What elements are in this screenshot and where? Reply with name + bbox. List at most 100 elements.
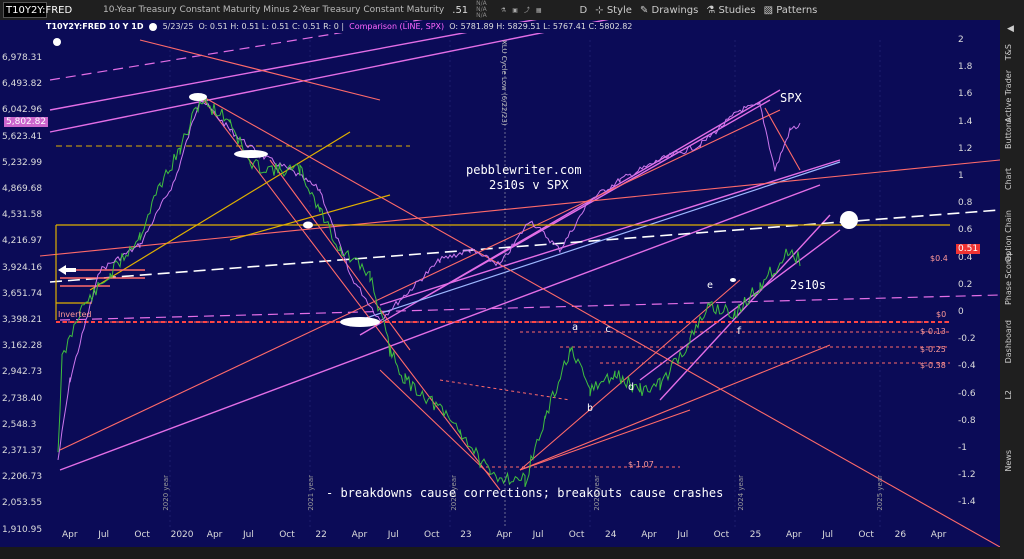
highlight-ellipse <box>234 150 268 158</box>
time-axis-tick: 2020 <box>170 530 194 540</box>
time-axis-tick: Oct <box>858 530 874 540</box>
right-sidebar: ◀ T&S Active Trader Buttons Chart Option Cha… <box>1000 20 1024 559</box>
level-tag: $0 <box>936 310 947 319</box>
sidebar-tab[interactable]: Dashboard <box>1004 320 1020 363</box>
year-mark: 2023 year <box>593 475 601 511</box>
style-icon: ⊹ <box>595 4 607 16</box>
time-axis-tick: Jul <box>243 530 254 540</box>
left-axis-tick: 2,206.73 <box>2 472 43 483</box>
left-axis-tick: 2,371.37 <box>2 446 43 456</box>
right-axis-tick: 0.4 <box>958 252 973 263</box>
sidebar-tab[interactable]: T&S <box>1004 44 1020 60</box>
patterns-icon: ▧ <box>763 4 777 16</box>
time-axis-tick: Jul <box>387 530 399 540</box>
time-axis-tick: Oct <box>279 530 295 540</box>
style-button[interactable]: ⊹ Style <box>595 5 632 16</box>
grid-icon[interactable]: ▦ <box>536 7 542 14</box>
subtitle-label: 2s10s v SPX <box>489 178 569 192</box>
left-axis-tick: 3,924.16 <box>2 262 43 273</box>
left-axis-tick: 2,738.40 <box>2 393 43 404</box>
left-axis-tick: 6,978.31 <box>2 53 43 63</box>
time-axis-tick: Oct <box>713 530 730 540</box>
last-price: .51 <box>452 4 469 16</box>
time-axis-tick: Apr <box>351 530 368 540</box>
info-icon[interactable] <box>149 22 158 31</box>
time-axis-tick: Apr <box>496 530 512 540</box>
sidebar-tab[interactable]: Chart <box>1004 168 1020 190</box>
left-axis-tick: 2,942.73 <box>2 367 43 378</box>
right-axis-tick: 1 <box>958 171 964 181</box>
drawings-button[interactable]: ✎ Drawings <box>640 5 698 16</box>
year-mark: 2024 year <box>737 475 745 511</box>
pencil-icon: ✎ <box>639 4 652 16</box>
left-axis-tick: 4,869.68 <box>2 184 43 194</box>
price-chart[interactable]: T10Y2Y:FRED 10 Y 1D 5/23/25 O: 0.51 H: 0… <box>0 20 1000 547</box>
studies-icon: ⚗ <box>706 4 719 16</box>
flask-icon[interactable]: ⚗ <box>501 7 506 14</box>
left-axis-tick: 1,910.95 <box>2 524 43 535</box>
time-axis-tick: 24 <box>605 530 617 540</box>
right-axis-tick: -0.2 <box>958 334 976 345</box>
right-axis-tick: -1.2 <box>958 470 976 481</box>
time-axis-tick: Apr <box>930 530 947 540</box>
sidebar-tab[interactable]: Buttons <box>1004 118 1020 149</box>
studies-button[interactable]: ⚗ Studies <box>706 5 755 16</box>
time-axis-tick: Apr <box>641 530 657 540</box>
symbol-input[interactable]: T10Y2Y:FRED <box>3 2 72 18</box>
wave-label-d: d <box>628 382 635 393</box>
left-axis-tick: 2,053.55 <box>2 498 43 509</box>
right-axis-tick: -0.6 <box>958 388 976 399</box>
lock-icon[interactable]: ▣ <box>512 7 518 14</box>
sidebar-tab[interactable]: Active Trader <box>1004 70 1020 122</box>
breakout-circle <box>840 211 858 229</box>
right-axis-tick: 0 <box>958 307 964 317</box>
left-axis-tick: 4,216.97 <box>2 236 43 247</box>
sidebar-tab[interactable]: News <box>1004 450 1020 472</box>
wave-label-a: a <box>572 322 579 333</box>
wave-label-e: e <box>707 280 714 291</box>
spread-label: 2s10s <box>790 278 827 292</box>
left-axis-tick: 3,651.74 <box>2 288 43 299</box>
right-axis-tick: 1.6 <box>958 89 973 100</box>
instrument-name: 10-Year Treasury Constant Maturity Minus… <box>103 5 445 15</box>
time-axis-tick: Jul <box>677 530 689 540</box>
sidebar-tab[interactable]: Phase Scores <box>1004 252 1020 305</box>
right-axis-tick: -0.8 <box>958 415 976 426</box>
highlight-ellipse <box>340 317 380 327</box>
year-mark: 2025 year <box>876 475 884 511</box>
level-tag: $-0.13 <box>920 327 946 336</box>
time-axis-tick: Jul <box>532 530 544 540</box>
time-axis-tick: 22 <box>315 530 327 540</box>
spx-price-badge: 5,802.82 <box>4 117 49 127</box>
level-tag: $-1.07 <box>628 460 654 469</box>
sidebar-tab[interactable]: L2 <box>1004 390 1020 400</box>
year-mark: 2022 year <box>450 475 458 511</box>
right-axis-tick: -1.4 <box>958 497 976 508</box>
right-axis-tick: 2 <box>958 35 964 45</box>
spread-price-badge: 0.51 <box>956 244 981 254</box>
highlight-ellipse <box>730 278 736 282</box>
time-axis-tick: Oct <box>568 530 585 540</box>
level-tag: $-0.25 <box>920 345 946 354</box>
time-axis-tick: 26 <box>894 530 907 540</box>
patterns-button[interactable]: ▧ Patterns <box>764 5 818 16</box>
share-icon[interactable]: ⤴ <box>524 7 530 14</box>
right-axis-tick: 0.8 <box>958 198 973 209</box>
sidebar-collapse-icon[interactable]: ◀ <box>1007 24 1014 34</box>
status-bar <box>0 547 1000 559</box>
info-circle-icon[interactable] <box>53 38 61 46</box>
left-axis-tick: 6,493.82 <box>2 79 43 90</box>
time-axis-tick: Apr <box>206 530 223 540</box>
year-mark: 2020 year <box>162 475 170 511</box>
time-axis-tick: Apr <box>786 530 802 540</box>
time-axis-tick: 25 <box>749 530 762 540</box>
time-axis-tick: Oct <box>424 530 440 540</box>
wave-label-b: b <box>587 403 594 414</box>
right-axis-tick: 1.2 <box>958 143 973 154</box>
time-axis-tick: Apr <box>62 530 78 540</box>
time-axis-tick: Jul <box>98 530 110 540</box>
bid-ask-block: N/A N/A N/A <box>476 0 487 19</box>
interval-button[interactable]: D <box>580 5 588 16</box>
bottom-note: - breakdowns cause corrections; breakout… <box>326 486 724 500</box>
right-axis-tick: 0.6 <box>958 225 973 236</box>
